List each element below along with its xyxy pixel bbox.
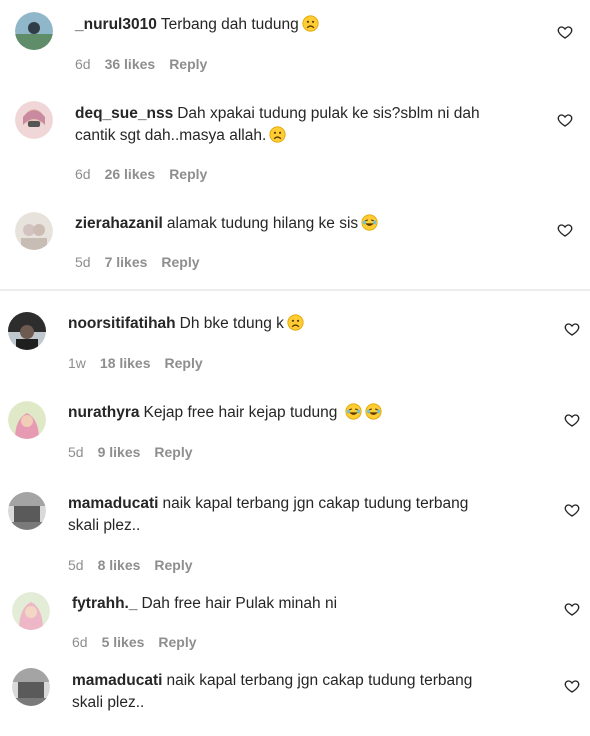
laughing-face-emoji — [365, 403, 382, 420]
comment-time: 1w — [68, 355, 86, 371]
comment-time: 5d — [68, 444, 84, 460]
heart-outline-icon[interactable] — [564, 502, 580, 518]
comment-text-continued: skali plez.. — [72, 694, 145, 711]
heart-outline-icon[interactable] — [557, 222, 573, 238]
heart-outline-icon[interactable] — [564, 321, 580, 337]
avatar[interactable] — [8, 401, 46, 439]
comment-likes[interactable]: 18 likes — [100, 355, 151, 371]
comment-likes[interactable]: 9 likes — [98, 444, 141, 460]
avatar[interactable] — [12, 592, 50, 630]
heart-outline-icon[interactable] — [557, 24, 573, 40]
comment-username[interactable]: mamaducati — [68, 495, 158, 512]
comment-text: Dh bke tdung k — [179, 315, 284, 332]
avatar[interactable] — [15, 101, 53, 139]
comment-text: Kejap free hair kejap tudung — [143, 404, 338, 421]
comment-likes[interactable]: 36 likes — [105, 56, 156, 72]
avatar[interactable] — [8, 312, 46, 350]
comment-username[interactable]: nurathyra — [68, 404, 140, 421]
comment-text: alamak tudung hilang ke sis — [166, 215, 359, 232]
comment-time: 6d — [75, 56, 91, 72]
comment-username[interactable]: zierahazanil — [75, 215, 163, 232]
comment-text: naik kapal terbang jgn cakap tudung terb… — [166, 672, 473, 689]
comment-username[interactable]: deq_sue_nss — [75, 105, 173, 122]
reply-button[interactable]: Reply — [165, 355, 203, 371]
sad-face-emoji — [269, 126, 286, 143]
heart-outline-icon[interactable] — [564, 412, 580, 428]
laughing-face-emoji — [345, 403, 362, 420]
comment-text-continued: skali plez.. — [68, 517, 141, 534]
comment-time: 6d — [75, 166, 91, 182]
comment-text: Terbang dah tudung — [160, 16, 299, 33]
avatar[interactable] — [15, 12, 53, 50]
comment-time: 6d — [72, 634, 88, 650]
avatar[interactable] — [8, 492, 46, 530]
comment-username[interactable]: mamaducati — [72, 672, 162, 689]
heart-outline-icon[interactable] — [564, 678, 580, 694]
avatar[interactable] — [15, 212, 53, 250]
reply-button[interactable]: Reply — [154, 444, 192, 460]
heart-outline-icon[interactable] — [557, 112, 573, 128]
comment-username[interactable]: fytrahh._ — [72, 595, 137, 612]
reply-button[interactable]: Reply — [169, 166, 207, 182]
avatar[interactable] — [12, 668, 50, 706]
sad-face-emoji — [287, 314, 304, 331]
comment-likes[interactable]: 7 likes — [105, 254, 148, 270]
sad-face-emoji — [302, 15, 319, 32]
reply-button[interactable]: Reply — [169, 56, 207, 72]
comment-text: Dah free hair Pulak minah ni — [141, 595, 338, 612]
comment-time: 5d — [68, 557, 84, 573]
reply-button[interactable]: Reply — [158, 634, 196, 650]
comment-text: Dah xpakai tudung pulak ke sis?sblm ni d… — [177, 105, 480, 122]
comment-likes[interactable]: 26 likes — [105, 166, 156, 182]
comment-text: naik kapal terbang jgn cakap tudung terb… — [162, 495, 469, 512]
laughing-face-emoji — [361, 214, 378, 231]
comment-likes[interactable]: 5 likes — [102, 634, 145, 650]
comment-time: 5d — [75, 254, 91, 270]
reply-button[interactable]: Reply — [161, 254, 199, 270]
comment-text-continued: cantik sgt dah..masya allah. — [75, 127, 267, 144]
comment-username[interactable]: _nurul3010 — [75, 16, 157, 33]
comment-likes[interactable]: 8 likes — [98, 557, 141, 573]
comment-username[interactable]: noorsitifatihah — [68, 315, 176, 332]
heart-outline-icon[interactable] — [564, 601, 580, 617]
reply-button[interactable]: Reply — [154, 557, 192, 573]
